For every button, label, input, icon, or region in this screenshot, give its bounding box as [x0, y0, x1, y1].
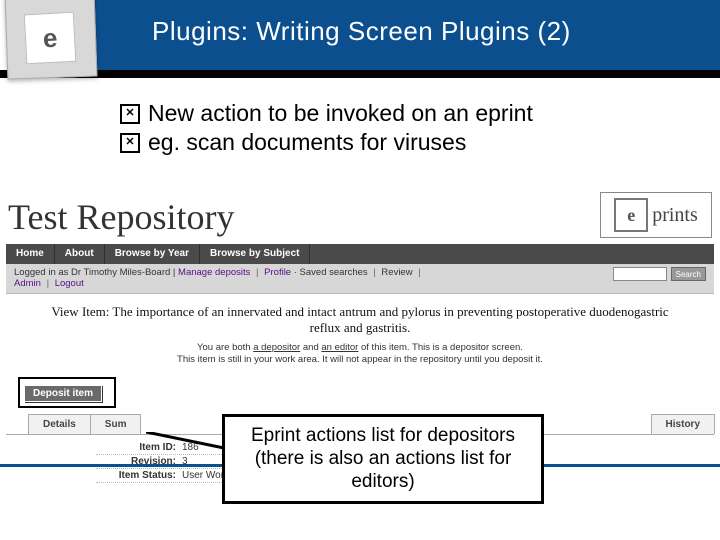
bullet-text: eg. scan documents for viruses — [148, 129, 466, 156]
tab-details[interactable]: Details — [28, 414, 91, 434]
detail-key: Item Status: — [96, 470, 176, 481]
link-manage-deposits[interactable]: Manage deposits — [178, 267, 250, 278]
slide-logo: e — [5, 0, 98, 80]
callout-box: Eprint actions list for depositors (ther… — [222, 414, 544, 504]
editor-underline: an editor — [321, 342, 358, 353]
depositor-underline: a depositor — [253, 342, 300, 353]
link-saved-searches[interactable]: Saved searches — [300, 267, 368, 278]
nav-browse-year[interactable]: Browse by Year — [105, 244, 200, 264]
workarea-notice: This item is still in your work area. It… — [177, 354, 543, 365]
bullet-text: New action to be invoked on an eprint — [148, 100, 533, 127]
action-row: Deposit item — [6, 377, 714, 408]
view-item-heading: View Item: The importance of an innervat… — [6, 294, 714, 342]
eprints-logo-glyph: e — [614, 198, 648, 232]
eprints-logo: e prints — [600, 192, 712, 238]
bullet-list: ✕ New action to be invoked on an eprint … — [0, 78, 720, 170]
repo-header: Test Repository e prints — [6, 176, 714, 244]
status-bar: Logged in as Dr Timothy Miles-Board | Ma… — [6, 264, 714, 294]
depositor-notice: You are both a depositor and an editor o… — [6, 342, 714, 367]
search-input[interactable] — [613, 267, 667, 281]
status-links: Logged in as Dr Timothy Miles-Board | Ma… — [14, 267, 424, 289]
tab-summary[interactable]: Sum — [90, 414, 142, 434]
deposit-highlight-box: Deposit item — [18, 377, 116, 408]
slide-title: Plugins: Writing Screen Plugins (2) — [152, 16, 571, 47]
nav-home[interactable]: Home — [6, 244, 55, 264]
nav-about[interactable]: About — [55, 244, 105, 264]
search-button[interactable]: Search — [671, 267, 706, 281]
link-admin[interactable]: Admin — [14, 278, 41, 289]
logged-in-label: Logged in as Dr Timothy Miles-Board | — [14, 267, 175, 278]
nav-bar: Home About Browse by Year Browse by Subj… — [6, 244, 714, 264]
nav-browse-subject[interactable]: Browse by Subject — [200, 244, 310, 264]
bullet-item: ✕ New action to be invoked on an eprint — [120, 100, 692, 127]
deposit-item-button[interactable]: Deposit item — [24, 385, 102, 402]
bullet-item: ✕ eg. scan documents for viruses — [120, 129, 692, 156]
bullet-x-icon: ✕ — [120, 133, 140, 153]
callout-connector — [146, 432, 226, 464]
search-box: Search — [613, 267, 706, 281]
link-review[interactable]: Review — [381, 267, 412, 278]
link-logout[interactable]: Logout — [55, 278, 84, 289]
repo-title: Test Repository — [8, 196, 234, 238]
link-profile[interactable]: Profile — [264, 267, 291, 278]
tab-history[interactable]: History — [651, 414, 715, 434]
bullet-x-icon: ✕ — [120, 104, 140, 124]
eprints-logo-word: prints — [652, 204, 698, 227]
slide-header: e Plugins: Writing Screen Plugins (2) — [0, 0, 720, 78]
slide-logo-letter: e — [24, 12, 77, 65]
